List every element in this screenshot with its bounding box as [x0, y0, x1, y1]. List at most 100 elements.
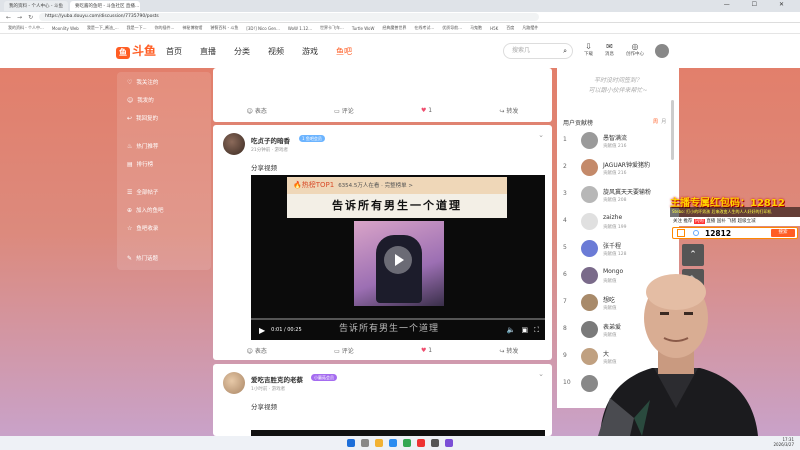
bookmark-item[interactable]: [3D!] Nico Gen...: [246, 26, 280, 31]
contributor-name[interactable]: zaizhe: [603, 214, 622, 221]
sidebar-item[interactable]: ☆ 鱼吧收录: [127, 224, 158, 233]
app-icon[interactable]: [417, 439, 425, 447]
overlay-nav-item[interactable]: 关注: [673, 219, 682, 224]
contributor-avatar[interactable]: [581, 186, 598, 203]
sidebar-item[interactable]: ☰ 全部帖子: [127, 188, 158, 197]
contributor-avatar[interactable]: [581, 213, 598, 230]
overlay-nav-item[interactable]: 国补: [717, 219, 726, 224]
tab-week[interactable]: 周: [653, 119, 658, 125]
nav-live[interactable]: 直播: [200, 46, 216, 57]
contributor-name[interactable]: 旋风冀天天要输粉: [603, 187, 651, 196]
sidebar-item[interactable]: ↩ 我回复的: [127, 114, 158, 123]
chevron-down-icon[interactable]: ⌄: [538, 131, 544, 139]
bookmark-item[interactable]: 饕餮百科 - 斗鱼: [210, 25, 238, 31]
bookmark-item[interactable]: Moonlity Web: [52, 26, 79, 31]
overlay-nav-item[interactable]: 直播: [706, 219, 715, 224]
share-button[interactable]: ☺ 表态: [247, 346, 267, 355]
contributor-name[interactable]: 张千程: [603, 241, 621, 250]
chevron-down-icon[interactable]: ⌄: [538, 370, 544, 378]
search-taskbar-icon[interactable]: [361, 439, 369, 447]
sidebar-item[interactable]: ♡ 我关注的: [127, 78, 158, 87]
nav-video[interactable]: 视频: [268, 46, 284, 57]
forward-icon[interactable]: →: [17, 14, 22, 21]
contributor-row[interactable]: 1 愚智满流 贡献值 216: [563, 130, 673, 152]
overlay-nav-item[interactable]: 飞猪: [727, 219, 736, 224]
bookmark-item[interactable]: 我的资料 - 个人中...: [8, 25, 44, 31]
edge-icon[interactable]: [389, 439, 397, 447]
app-icon[interactable]: [445, 439, 453, 447]
contributor-row[interactable]: 3 旋风冀天天要输粉 贡献值 208: [563, 184, 673, 206]
message-button[interactable]: ✉ 消息: [605, 42, 614, 57]
sidebar-item[interactable]: ♨ 热门推荐: [127, 142, 158, 151]
overlay-nav-item[interactable]: 超级立减: [738, 219, 756, 224]
nav-category[interactable]: 分类: [234, 46, 250, 57]
overlay-nav-item[interactable]: 闪购: [693, 219, 705, 224]
bookmark-item[interactable]: 在线考试...: [414, 25, 434, 31]
contributor-name[interactable]: JAGUAR钟爱猪豹: [603, 160, 650, 169]
nav-yuba[interactable]: 鱼吧: [336, 46, 352, 57]
sidebar-item[interactable]: ⊕ 加入的鱼吧: [127, 206, 164, 215]
fullscreen-icon[interactable]: ⛶: [534, 326, 539, 335]
overlay-nav-item[interactable]: 推荐: [683, 219, 692, 224]
contributor-avatar[interactable]: [581, 132, 598, 149]
reload-icon[interactable]: ↻: [28, 14, 33, 21]
scroll-top-icon[interactable]: ⌃: [682, 244, 704, 266]
search-input[interactable]: 搜索几 ⌕: [503, 43, 573, 59]
post-author[interactable]: 吃贞子的暗香: [251, 135, 290, 145]
download-button[interactable]: ⇩ 下载: [584, 42, 593, 57]
contributor-row[interactable]: 5 张千程 贡献值 128: [563, 238, 673, 260]
overlay-search[interactable]: 12812 搜索: [672, 227, 798, 239]
play-button-icon[interactable]: ▶: [259, 326, 265, 335]
explorer-icon[interactable]: [375, 439, 383, 447]
bookmark-item[interactable]: 我是一下...: [127, 25, 147, 31]
play-icon[interactable]: [384, 246, 412, 274]
overlay-search-button[interactable]: 搜索: [771, 229, 795, 237]
tab-month[interactable]: 月: [661, 119, 666, 125]
post-author[interactable]: 爱吃吉胜克的老蔡: [251, 374, 303, 384]
bookmark-item[interactable]: WoW 1.12...: [288, 26, 312, 31]
pip-icon[interactable]: ▣: [521, 326, 528, 334]
contributor-avatar[interactable]: [581, 240, 598, 257]
forward-button[interactable]: ↪ 转发: [499, 106, 518, 115]
hot-rank-bar[interactable]: 🔥热榜TOP1 6354.5万人在看 · 完整榜单 >: [287, 177, 507, 194]
bookmark-item[interactable]: 优质导航...: [442, 25, 462, 31]
bookmark-item[interactable]: 凡路摆件: [522, 25, 538, 31]
panel-scrollbar[interactable]: [671, 100, 674, 160]
contributor-row[interactable]: 4 zaizhe 贡献值 199: [563, 211, 673, 233]
post-avatar[interactable]: [223, 372, 245, 394]
signin-promo[interactable]: 平时没时间签到？ 可以跟小伙伴来帮忙~: [557, 68, 679, 106]
user-avatar[interactable]: [655, 44, 669, 58]
contributor-avatar[interactable]: [581, 159, 598, 176]
creator-button[interactable]: ◎ 创作中心: [626, 42, 644, 57]
app-icon[interactable]: [431, 439, 439, 447]
browser-tab-active[interactable]: 要吃酱的鱼吧 - 斗鱼社区 直播...: [69, 1, 140, 11]
nav-games[interactable]: 游戏: [302, 46, 318, 57]
bookmark-item[interactable]: 马鬼胞: [470, 25, 482, 31]
bookmark-item[interactable]: 百度: [506, 25, 514, 31]
post-avatar[interactable]: [223, 133, 245, 155]
search-icon[interactable]: ⌕: [563, 44, 567, 58]
contributor-name[interactable]: 愚智满流: [603, 133, 627, 142]
browser-tab[interactable]: 我的资料 - 个人中心 - 斗鱼: [4, 1, 68, 11]
bookmark-item[interactable]: H5K: [490, 26, 498, 31]
start-icon[interactable]: [347, 439, 355, 447]
contributor-row[interactable]: 2 JAGUAR钟爱猪豹 贡献值 216: [563, 157, 673, 179]
volume-icon[interactable]: 🔈: [507, 326, 516, 334]
sidebar-item[interactable]: ▤ 排行榜: [127, 160, 153, 169]
like-button[interactable]: ♥ 1: [421, 107, 432, 114]
douyu-logo[interactable]: 鱼斗鱼: [116, 42, 156, 59]
bookmark-item[interactable]: 经典魔兽世界: [382, 25, 406, 31]
bookmark-item[interactable]: 我是一下_酱油_...: [87, 25, 119, 31]
bookmark-item[interactable]: 神秘博物馆: [182, 25, 202, 31]
back-icon[interactable]: ←: [6, 14, 11, 21]
url-field[interactable]: https://yuba.douyu.com/discussion/773579…: [39, 13, 540, 21]
nav-home[interactable]: 首页: [166, 46, 182, 57]
comment-button[interactable]: ▭ 评论: [334, 106, 354, 115]
window-controls[interactable]: — ☐ ✕: [724, 1, 794, 8]
sidebar-item[interactable]: ☺ 我发的: [127, 96, 154, 105]
bookmark-item[interactable]: 世界卡飞车...: [320, 25, 344, 31]
sidebar-item[interactable]: ✎ 热门话题: [127, 254, 158, 263]
chrome-icon[interactable]: [403, 439, 411, 447]
bookmark-item[interactable]: 你的插件...: [155, 25, 175, 31]
like-button[interactable]: ♥ 1: [421, 347, 432, 354]
